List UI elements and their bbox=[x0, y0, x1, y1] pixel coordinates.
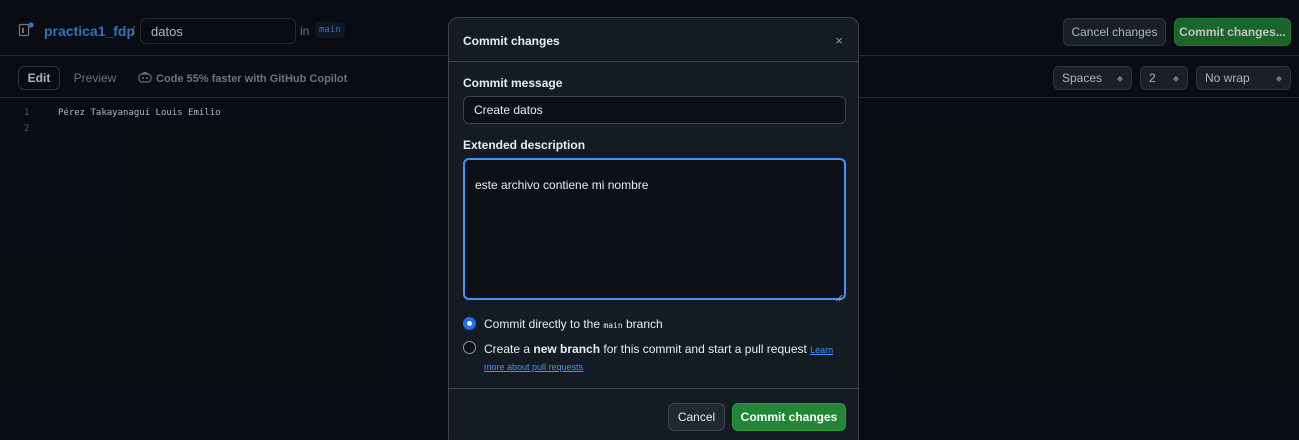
cancel-button[interactable]: Cancel bbox=[668, 403, 725, 431]
commit-button[interactable]: Commit changes bbox=[732, 403, 846, 431]
option-direct-text: Commit directly to the main branch bbox=[484, 317, 663, 331]
radio-selected[interactable] bbox=[463, 317, 476, 330]
option-commit-direct[interactable]: Commit directly to the main branch bbox=[463, 317, 663, 331]
commit-message-input[interactable] bbox=[463, 96, 846, 124]
dialog-footer: Cancel Commit changes bbox=[449, 388, 858, 440]
radio-unselected[interactable] bbox=[463, 341, 476, 354]
commit-message-label: Commit message bbox=[463, 76, 563, 90]
option-new-branch[interactable]: Create a new branch for this commit and … bbox=[463, 341, 843, 375]
extended-description-textarea[interactable]: este archivo contiene mi nombre bbox=[463, 158, 846, 300]
branch-name: main bbox=[603, 321, 623, 330]
resize-grip-icon[interactable] bbox=[835, 290, 843, 302]
dialog-header: Commit changes × bbox=[449, 18, 858, 62]
extended-description-label: Extended description bbox=[463, 138, 586, 152]
dialog-title: Commit changes bbox=[463, 34, 560, 48]
option-new-text: Create a new branch for this commit and … bbox=[484, 342, 834, 372]
page: practica1_fdp / in main Cancel changes C… bbox=[0, 0, 1299, 440]
close-icon[interactable]: × bbox=[831, 32, 847, 48]
commit-dialog: Commit changes × Commit message Extended… bbox=[448, 17, 859, 440]
